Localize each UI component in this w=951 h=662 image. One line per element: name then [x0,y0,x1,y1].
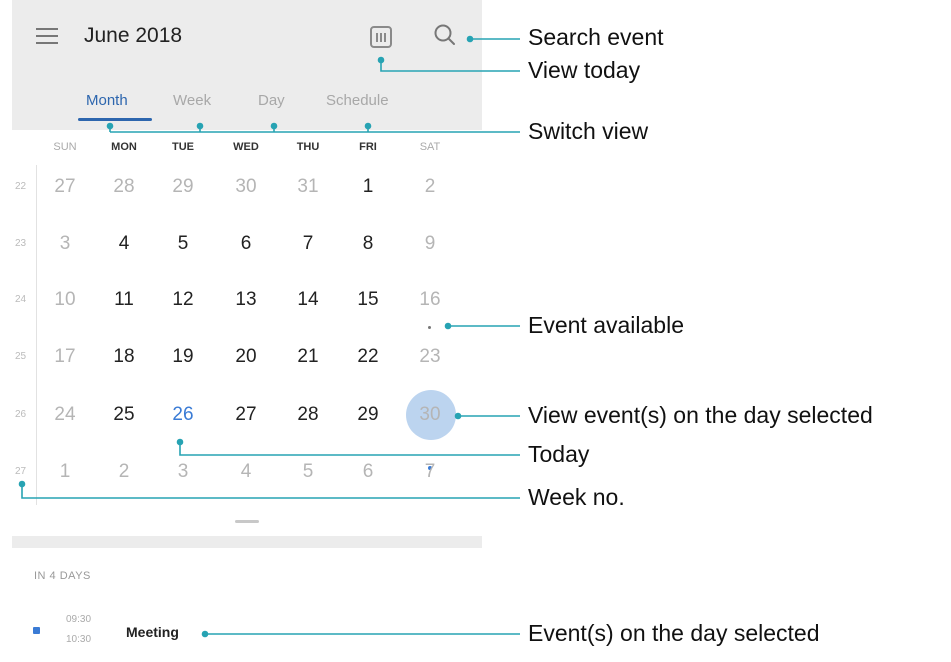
callout-week-no: Week no. [528,484,625,510]
callout-lines [18,35,520,638]
callout-today: Today [528,441,590,467]
callout-view-selected: View event(s) on the day selected [528,402,873,428]
callout-events-selected: Event(s) on the day selected [528,620,820,646]
callout-view-today: View today [528,57,641,83]
callout-event-available: Event available [528,312,684,338]
callout-switch-view: Switch view [528,118,649,144]
callout-search-event: Search event [528,24,664,50]
